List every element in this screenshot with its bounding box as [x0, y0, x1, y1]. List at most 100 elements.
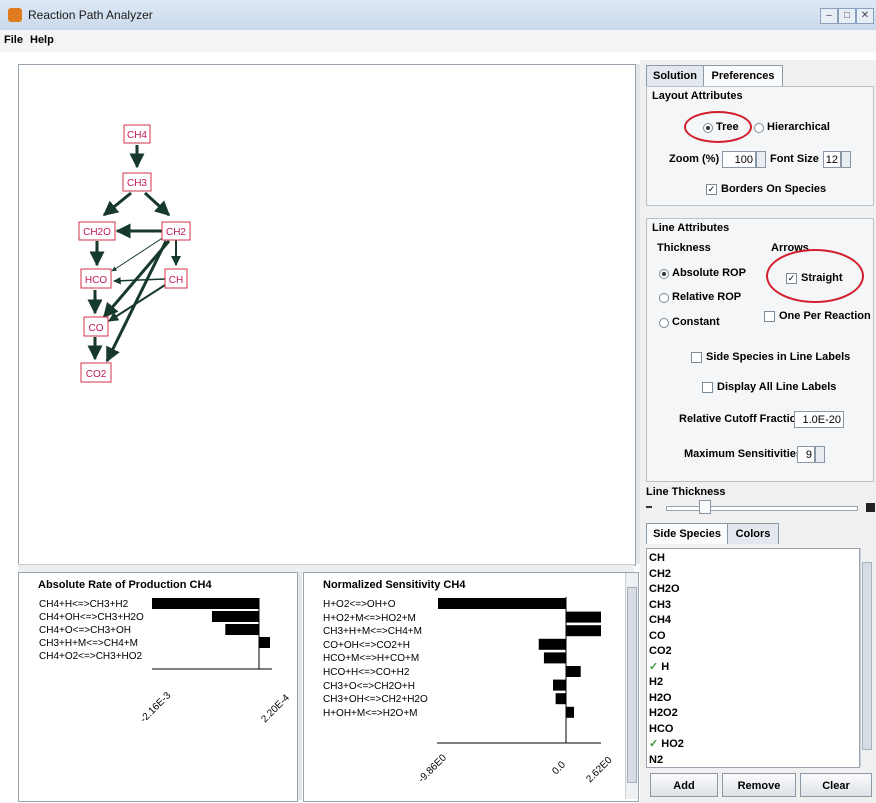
- cutoff-field[interactable]: 1.0E-20: [794, 411, 844, 428]
- species-list-item[interactable]: CH3: [649, 598, 684, 614]
- zoom-label: Zoom (%): [669, 153, 720, 165]
- edge-ch-hco: [113, 276, 166, 285]
- rop-bar: [225, 624, 259, 635]
- zoom-spinner-arrows[interactable]: [756, 151, 766, 168]
- species-list-item[interactable]: N2: [649, 753, 684, 769]
- sens-axis-min: -9.86E0: [416, 752, 449, 785]
- node-label-ch: CH: [169, 275, 183, 286]
- node-label-ch3: CH3: [127, 178, 147, 189]
- sensitivity-scroll-thumb[interactable]: [627, 587, 637, 783]
- display-all-labels-label: Display All Line Labels: [717, 381, 837, 393]
- side-divider[interactable]: [636, 64, 640, 564]
- sensitivity-bar: [566, 706, 575, 718]
- max-sensitivities-label: Maximum Sensitivities: [684, 448, 802, 460]
- node-label-co2: CO2: [86, 369, 107, 380]
- layout-attributes-title: Layout Attributes: [652, 90, 743, 102]
- species-list-item[interactable]: ✓ H: [649, 660, 684, 676]
- species-label: CH2O: [649, 583, 680, 595]
- one-per-reaction-checkbox[interactable]: [764, 311, 775, 322]
- tree-radio[interactable]: [703, 123, 713, 133]
- vertical-split-divider[interactable]: [298, 572, 302, 800]
- tree-label: Tree: [716, 121, 739, 133]
- close-icon[interactable]: ✕: [856, 8, 874, 24]
- constant-radio[interactable]: [659, 318, 669, 328]
- sensitivity-bar: [566, 611, 601, 623]
- side-species-list[interactable]: CH CH2 CH2O CH3 CH4 CO CO2 ✓ H H2 H2O H2O2 HCO ✓ HO2…: [646, 548, 860, 768]
- rop-bar: [211, 611, 259, 622]
- font-size-label: Font Size: [770, 153, 819, 165]
- side-species-labels-label: Side Species in Line Labels: [706, 351, 851, 363]
- thick-line-icon: [866, 503, 875, 512]
- add-button[interactable]: Add: [650, 773, 718, 797]
- max-sensitivities-arrows[interactable]: [815, 446, 825, 463]
- edge-ch3-ch2o: [102, 191, 132, 217]
- menu-file[interactable]: File: [4, 34, 23, 46]
- zoom-spinner[interactable]: 100: [722, 151, 756, 168]
- max-sensitivities-spinner[interactable]: 9: [797, 446, 815, 463]
- species-list-item[interactable]: H2O2: [649, 706, 684, 722]
- rop-panel: Absolute Rate of Production CH4 CH4+H<=>…: [18, 572, 298, 802]
- species-label: H2O2: [649, 707, 678, 719]
- species-list-item[interactable]: CH2O: [649, 582, 684, 598]
- font-size-spinner-arrows[interactable]: [841, 151, 851, 168]
- display-all-labels-checkbox[interactable]: [702, 382, 713, 393]
- absolute-rop-label: Absolute ROP: [672, 267, 746, 279]
- sensitivity-bar: [538, 638, 566, 650]
- species-label: CO2: [649, 645, 672, 657]
- borders-label: Borders On Species: [721, 183, 827, 195]
- menu-help[interactable]: Help: [30, 34, 54, 46]
- hierarchical-label: Hierarchical: [767, 121, 830, 133]
- tab-solution[interactable]: Solution: [646, 65, 704, 86]
- line-attributes-group: Line Attributes Thickness Absolute ROP R…: [646, 218, 874, 482]
- sensitivity-bar: [438, 598, 566, 609]
- species-list-item[interactable]: H2O: [649, 691, 684, 707]
- species-label: H2: [649, 676, 664, 688]
- species-scroll-thumb[interactable]: [862, 562, 872, 750]
- tab-side-species[interactable]: Side Species: [646, 523, 728, 544]
- green-check-icon: ✓: [649, 738, 662, 750]
- relative-rop-radio[interactable]: [659, 293, 669, 303]
- maximize-icon[interactable]: □: [838, 8, 856, 24]
- menu-bar: [0, 30, 876, 52]
- sensitivity-bar: [555, 693, 566, 705]
- sensitivity-bar-chart: -9.86E0 0.0 2.62E0: [416, 597, 615, 785]
- species-list-item[interactable]: CH: [649, 551, 684, 567]
- remove-button[interactable]: Remove: [722, 773, 796, 797]
- borders-checkbox[interactable]: ✓: [706, 184, 717, 195]
- species-list-item[interactable]: ✓ HO2: [649, 737, 684, 753]
- species-label: HO2: [661, 738, 684, 750]
- species-list-item[interactable]: HCO: [649, 722, 684, 738]
- line-thickness-label: Line Thickness: [646, 486, 726, 498]
- species-scrollbar[interactable]: [860, 548, 873, 766]
- font-size-spinner[interactable]: 12: [823, 151, 841, 168]
- clear-button[interactable]: Clear: [800, 773, 872, 797]
- hierarchical-radio[interactable]: [754, 123, 764, 133]
- species-list-item[interactable]: CO: [649, 629, 684, 645]
- minimize-icon[interactable]: –: [820, 8, 838, 24]
- species-label: CH4: [649, 614, 672, 626]
- thin-line-icon: [646, 506, 652, 508]
- rop-axis-min: -2.16E-3: [138, 690, 173, 725]
- species-list-item[interactable]: CO2: [649, 644, 684, 660]
- node-label-ch2: CH2: [166, 227, 186, 238]
- line-thickness-slider-track[interactable]: [666, 506, 858, 511]
- reaction-graph-panel[interactable]: CH4 CH3 CH2O CH2 HCO CH CO CO2: [18, 64, 636, 566]
- absolute-rop-radio[interactable]: [659, 269, 669, 279]
- species-label: CH3: [649, 598, 672, 611]
- sensitivity-scrollbar[interactable]: [625, 573, 638, 799]
- species-label: CH: [649, 552, 665, 564]
- app-icon: [8, 8, 22, 22]
- line-thickness-slider-thumb[interactable]: [699, 500, 711, 514]
- rop-bar-chart: -2.16E-3 2.20E-4: [138, 598, 292, 725]
- tab-preferences[interactable]: Preferences: [703, 65, 783, 86]
- window-title: Reaction Path Analyzer: [28, 8, 153, 22]
- species-list-item[interactable]: H2: [649, 675, 684, 691]
- tab-colors[interactable]: Colors: [727, 523, 779, 544]
- side-species-labels-checkbox[interactable]: [691, 352, 702, 363]
- straight-checkbox[interactable]: ✓: [786, 273, 797, 284]
- species-list-item[interactable]: CH2: [649, 567, 684, 583]
- node-label-ch4: CH4: [127, 130, 147, 141]
- species-list-item[interactable]: CH4: [649, 613, 684, 629]
- one-per-reaction-label: One Per Reaction: [779, 310, 871, 322]
- species-label: CO: [649, 629, 666, 642]
